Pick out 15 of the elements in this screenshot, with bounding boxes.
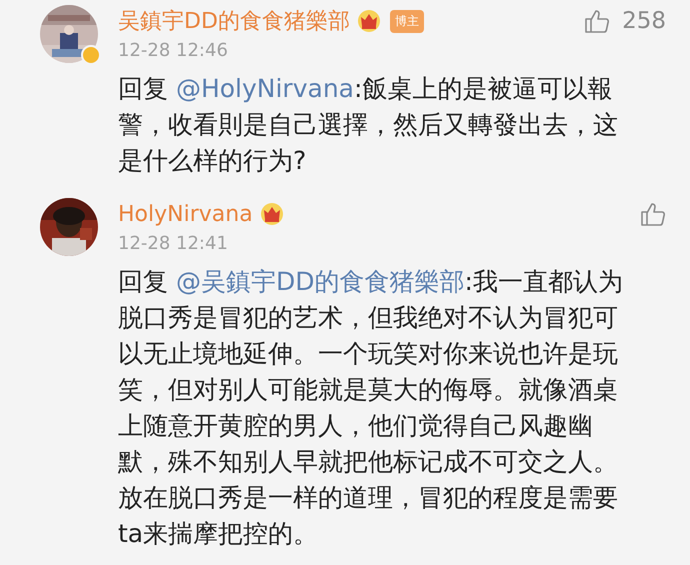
user-name[interactable]: HolyNirvana [118,202,253,226]
comment-time: 12-28 12:41 [118,233,229,254]
comment-text: 回复 @HolyNirvana:飯桌上的是被逼可以報 警，收看則是自己選擇，然后又轉發出去，这 是什么样的行为? [118,73,619,177]
thumbs-up-icon[interactable] [584,8,610,34]
mention-link[interactable]: @HolyNirvana [176,74,354,103]
crown-icon [356,9,382,33]
comment-time: 12-28 12:46 [118,40,229,61]
verified-icon [81,45,101,65]
comment-text: 回复 @吴鎮宇DD的食食猪樂部:我一直都认为 脱口秀是冒犯的艺术，但我绝对不认为冒犯可 以无止境地延伸。一个玩笑对你来说也许是玩 笑，但对别人可能就是莫大的侮辱。就像酒桌 上随意开黄腔的男人，他们觉得自己风趣幽 默，殊不知别人早就把他标记成不可交之人。 放在脱口秀是一样的道理，冒犯的程度是需要 ta来揣摩把控的。 [118,266,624,550]
thumbs-up-icon[interactable] [640,201,666,227]
crown-icon [258,202,285,226]
user-name[interactable]: 吴鎮宇DD的食食猪樂部 [118,6,350,36]
author-badge: 博主 [390,10,424,32]
like-count: 258 [622,8,666,34]
mention-link[interactable]: @吴鎮宇DD的食食猪樂部 [176,267,464,296]
